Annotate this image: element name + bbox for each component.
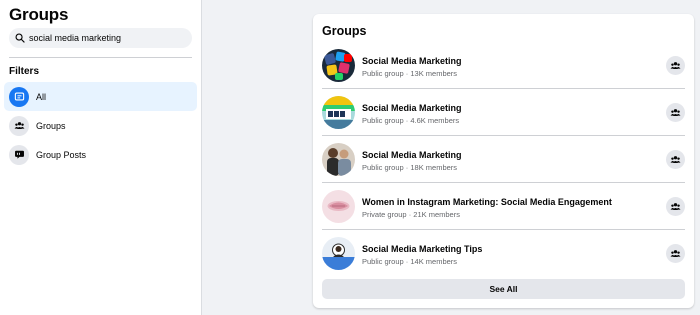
filter-groups[interactable]: Groups [4, 111, 197, 140]
group-avatar[interactable] [322, 143, 355, 176]
group-meta: Public group · 14K members [362, 257, 458, 266]
filter-all[interactable]: All [4, 82, 197, 111]
search-box[interactable] [9, 28, 192, 48]
group-name[interactable]: Social Media Marketing [362, 56, 462, 66]
filter-group-posts[interactable]: Group Posts [4, 140, 197, 169]
groups-results-card: Groups Social Media Marketing Public gro… [313, 14, 694, 308]
group-meta: Public group · 4.6K members [362, 116, 460, 125]
group-avatar[interactable] [322, 96, 355, 129]
group-name[interactable]: Social Media Marketing [362, 103, 462, 113]
search-icon [15, 33, 25, 43]
group-avatar[interactable] [322, 49, 355, 82]
group-avatar[interactable] [322, 237, 355, 270]
group-join-icon [670, 62, 681, 69]
groups-icon [9, 115, 29, 136]
group-posts-icon [9, 144, 29, 165]
group-name[interactable]: Women in Instagram Marketing: Social Med… [362, 197, 612, 207]
group-join-icon [670, 250, 681, 257]
join-group-button[interactable] [666, 103, 685, 122]
group-meta: Public group · 18K members [362, 163, 458, 172]
group-meta: Private group · 21K members [362, 210, 460, 219]
group-result-row[interactable]: Social Media Marketing Tips Public group… [322, 230, 685, 277]
group-join-icon [670, 156, 681, 163]
group-result-row[interactable]: Social Media Marketing Public group · 18… [322, 136, 685, 183]
group-name[interactable]: Social Media Marketing Tips [362, 244, 482, 254]
group-result-row[interactable]: Social Media Marketing Public group · 13… [322, 42, 685, 89]
search-input[interactable] [29, 33, 189, 43]
group-avatar[interactable] [322, 190, 355, 223]
join-group-button[interactable] [666, 56, 685, 75]
filters-heading: Filters [9, 66, 40, 77]
filter-group-posts-label: Group Posts [36, 149, 87, 160]
left-sidebar: Groups Filters All Groups Group Posts [0, 0, 202, 315]
sidebar-divider [9, 57, 192, 58]
filter-groups-label: Groups [36, 120, 66, 131]
join-group-button[interactable] [666, 197, 685, 216]
group-result-row[interactable]: Social Media Marketing Public group · 4.… [322, 89, 685, 136]
group-join-icon [670, 203, 681, 210]
group-meta: Public group · 13K members [362, 69, 458, 78]
filter-all-label: All [36, 91, 47, 102]
results-title: Groups [322, 24, 367, 38]
see-all-button[interactable]: See All [322, 279, 685, 299]
group-join-icon [670, 109, 681, 116]
join-group-button[interactable] [666, 150, 685, 169]
group-name[interactable]: Social Media Marketing [362, 150, 462, 160]
join-group-button[interactable] [666, 244, 685, 263]
sidebar-title: Groups [9, 5, 69, 24]
all-results-icon [9, 86, 29, 107]
group-result-row[interactable]: Women in Instagram Marketing: Social Med… [322, 183, 685, 230]
